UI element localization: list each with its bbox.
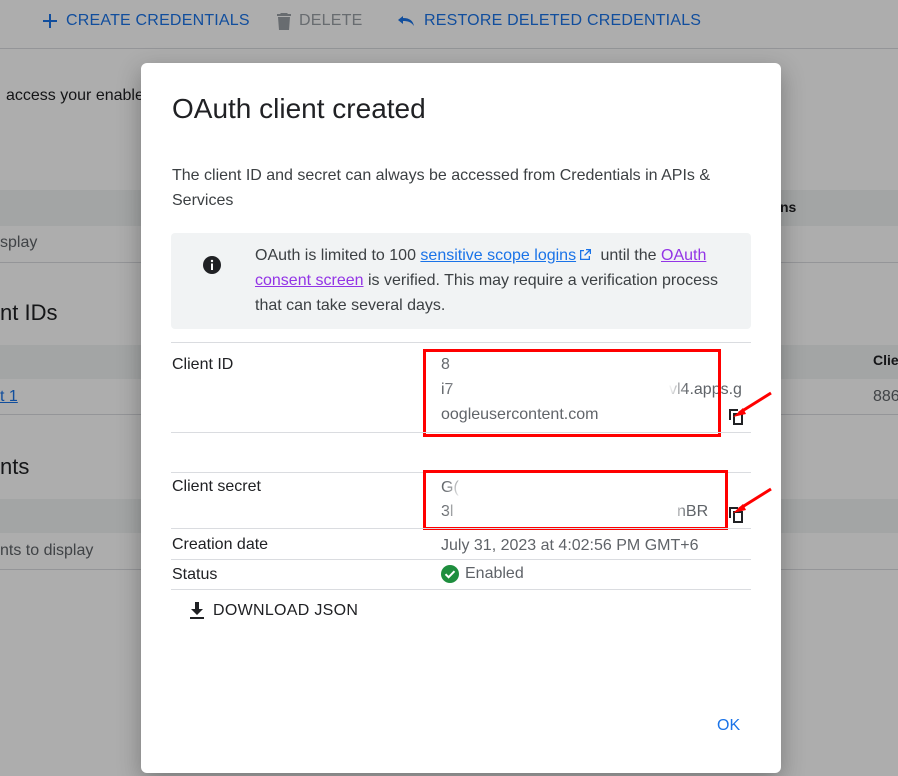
sensitive-scope-logins-link[interactable]: sensitive scope logins: [420, 247, 576, 264]
client-secret-highlight: [423, 470, 728, 530]
creation-date-label: Creation date: [172, 536, 269, 553]
info-text-1: OAuth is limited to 100: [255, 247, 421, 264]
dialog-intro: The client ID and secret can always be a…: [172, 167, 711, 209]
client-secret-label: Client secret: [172, 478, 261, 495]
red-arrow-icon: [733, 487, 772, 513]
red-arrow-icon: [733, 391, 772, 417]
external-link-icon[interactable]: [579, 248, 592, 261]
download-icon: [190, 602, 204, 619]
status-value: Enabled: [441, 565, 524, 583]
client-id-highlight: [423, 349, 721, 437]
download-json-button[interactable]: DOWNLOAD JSON: [189, 599, 358, 623]
oauth-client-created-dialog: OAuth client created The client ID and s…: [141, 63, 781, 773]
status-text: Enabled: [465, 565, 524, 582]
row-divider: [171, 528, 751, 529]
row-divider: [171, 559, 751, 560]
download-json-label: DOWNLOAD JSON: [213, 602, 359, 619]
info-icon: [203, 256, 221, 274]
dialog-title: OAuth client created: [172, 93, 426, 124]
row-divider: [171, 342, 751, 343]
info-text-2: until the: [596, 247, 661, 264]
row-divider: [171, 589, 751, 590]
creation-date-value: July 31, 2023 at 4:02:56 PM GMT+6: [441, 537, 699, 554]
ok-button[interactable]: OK: [717, 717, 740, 735]
info-banner: OAuth is limited to 100 sensitive scope …: [171, 233, 751, 329]
status-label: Status: [172, 566, 218, 583]
info-text: OAuth is limited to 100 sensitive scope …: [255, 243, 735, 318]
check-circle-icon: [441, 565, 459, 583]
client-id-label: Client ID: [172, 356, 234, 373]
row-divider: [171, 432, 751, 433]
